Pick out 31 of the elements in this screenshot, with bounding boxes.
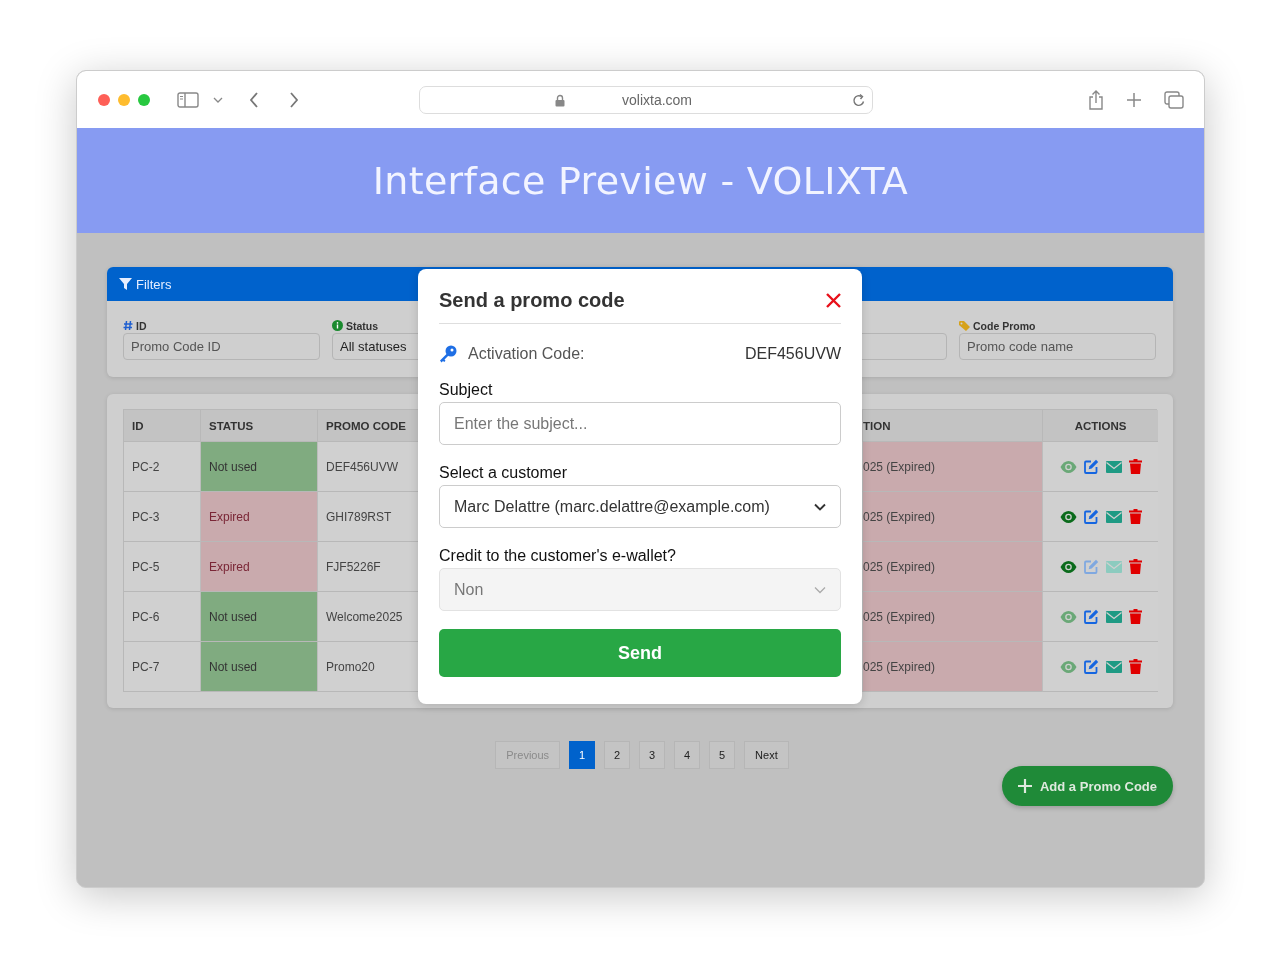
status-cell: Expired xyxy=(201,492,318,542)
table-cell: PC-7 xyxy=(124,642,201,692)
table-cell: 025 (Expired) xyxy=(863,592,1043,642)
status-cell: Expired xyxy=(201,542,318,592)
url-text: volixta.com xyxy=(622,91,692,108)
filter-label: Status xyxy=(346,319,379,332)
table-cell: PC-5 xyxy=(124,542,201,592)
table-cell: PC-6 xyxy=(124,592,201,642)
table-cell: 025 (Expired) xyxy=(863,492,1043,542)
activation-label: Activation Code: xyxy=(468,345,585,363)
table-cell: 025 (Expired) xyxy=(863,542,1043,592)
table-cell: PC-3 xyxy=(124,492,201,542)
table-cell: 025 (Expired) xyxy=(863,642,1043,692)
column-header: STATUS xyxy=(201,410,318,442)
table-cell: 025 (Expired) xyxy=(863,442,1043,492)
column-header: ID xyxy=(124,410,201,442)
field-label: Credit to the customer's e-wallet? xyxy=(439,547,676,565)
field-label: Select a customer xyxy=(439,464,568,482)
status-cell: Not used xyxy=(201,442,318,492)
activation-code: DEF456UVW xyxy=(744,345,841,363)
column-header: ACTIONS xyxy=(1043,410,1158,442)
column-header: TION xyxy=(863,410,1043,442)
status-cell: Not used xyxy=(201,642,318,692)
filters-title: Filters xyxy=(136,276,172,292)
filter-label: Code Promo xyxy=(973,319,1036,332)
field-label: Subject xyxy=(439,381,493,399)
filter-label: ID xyxy=(136,319,147,332)
modal-title: Send a promo code xyxy=(439,289,625,312)
page-title: Interface Preview - VOLIXTA xyxy=(372,158,909,203)
status-cell: Not used xyxy=(201,592,318,642)
table-cell: PC-2 xyxy=(124,442,201,492)
